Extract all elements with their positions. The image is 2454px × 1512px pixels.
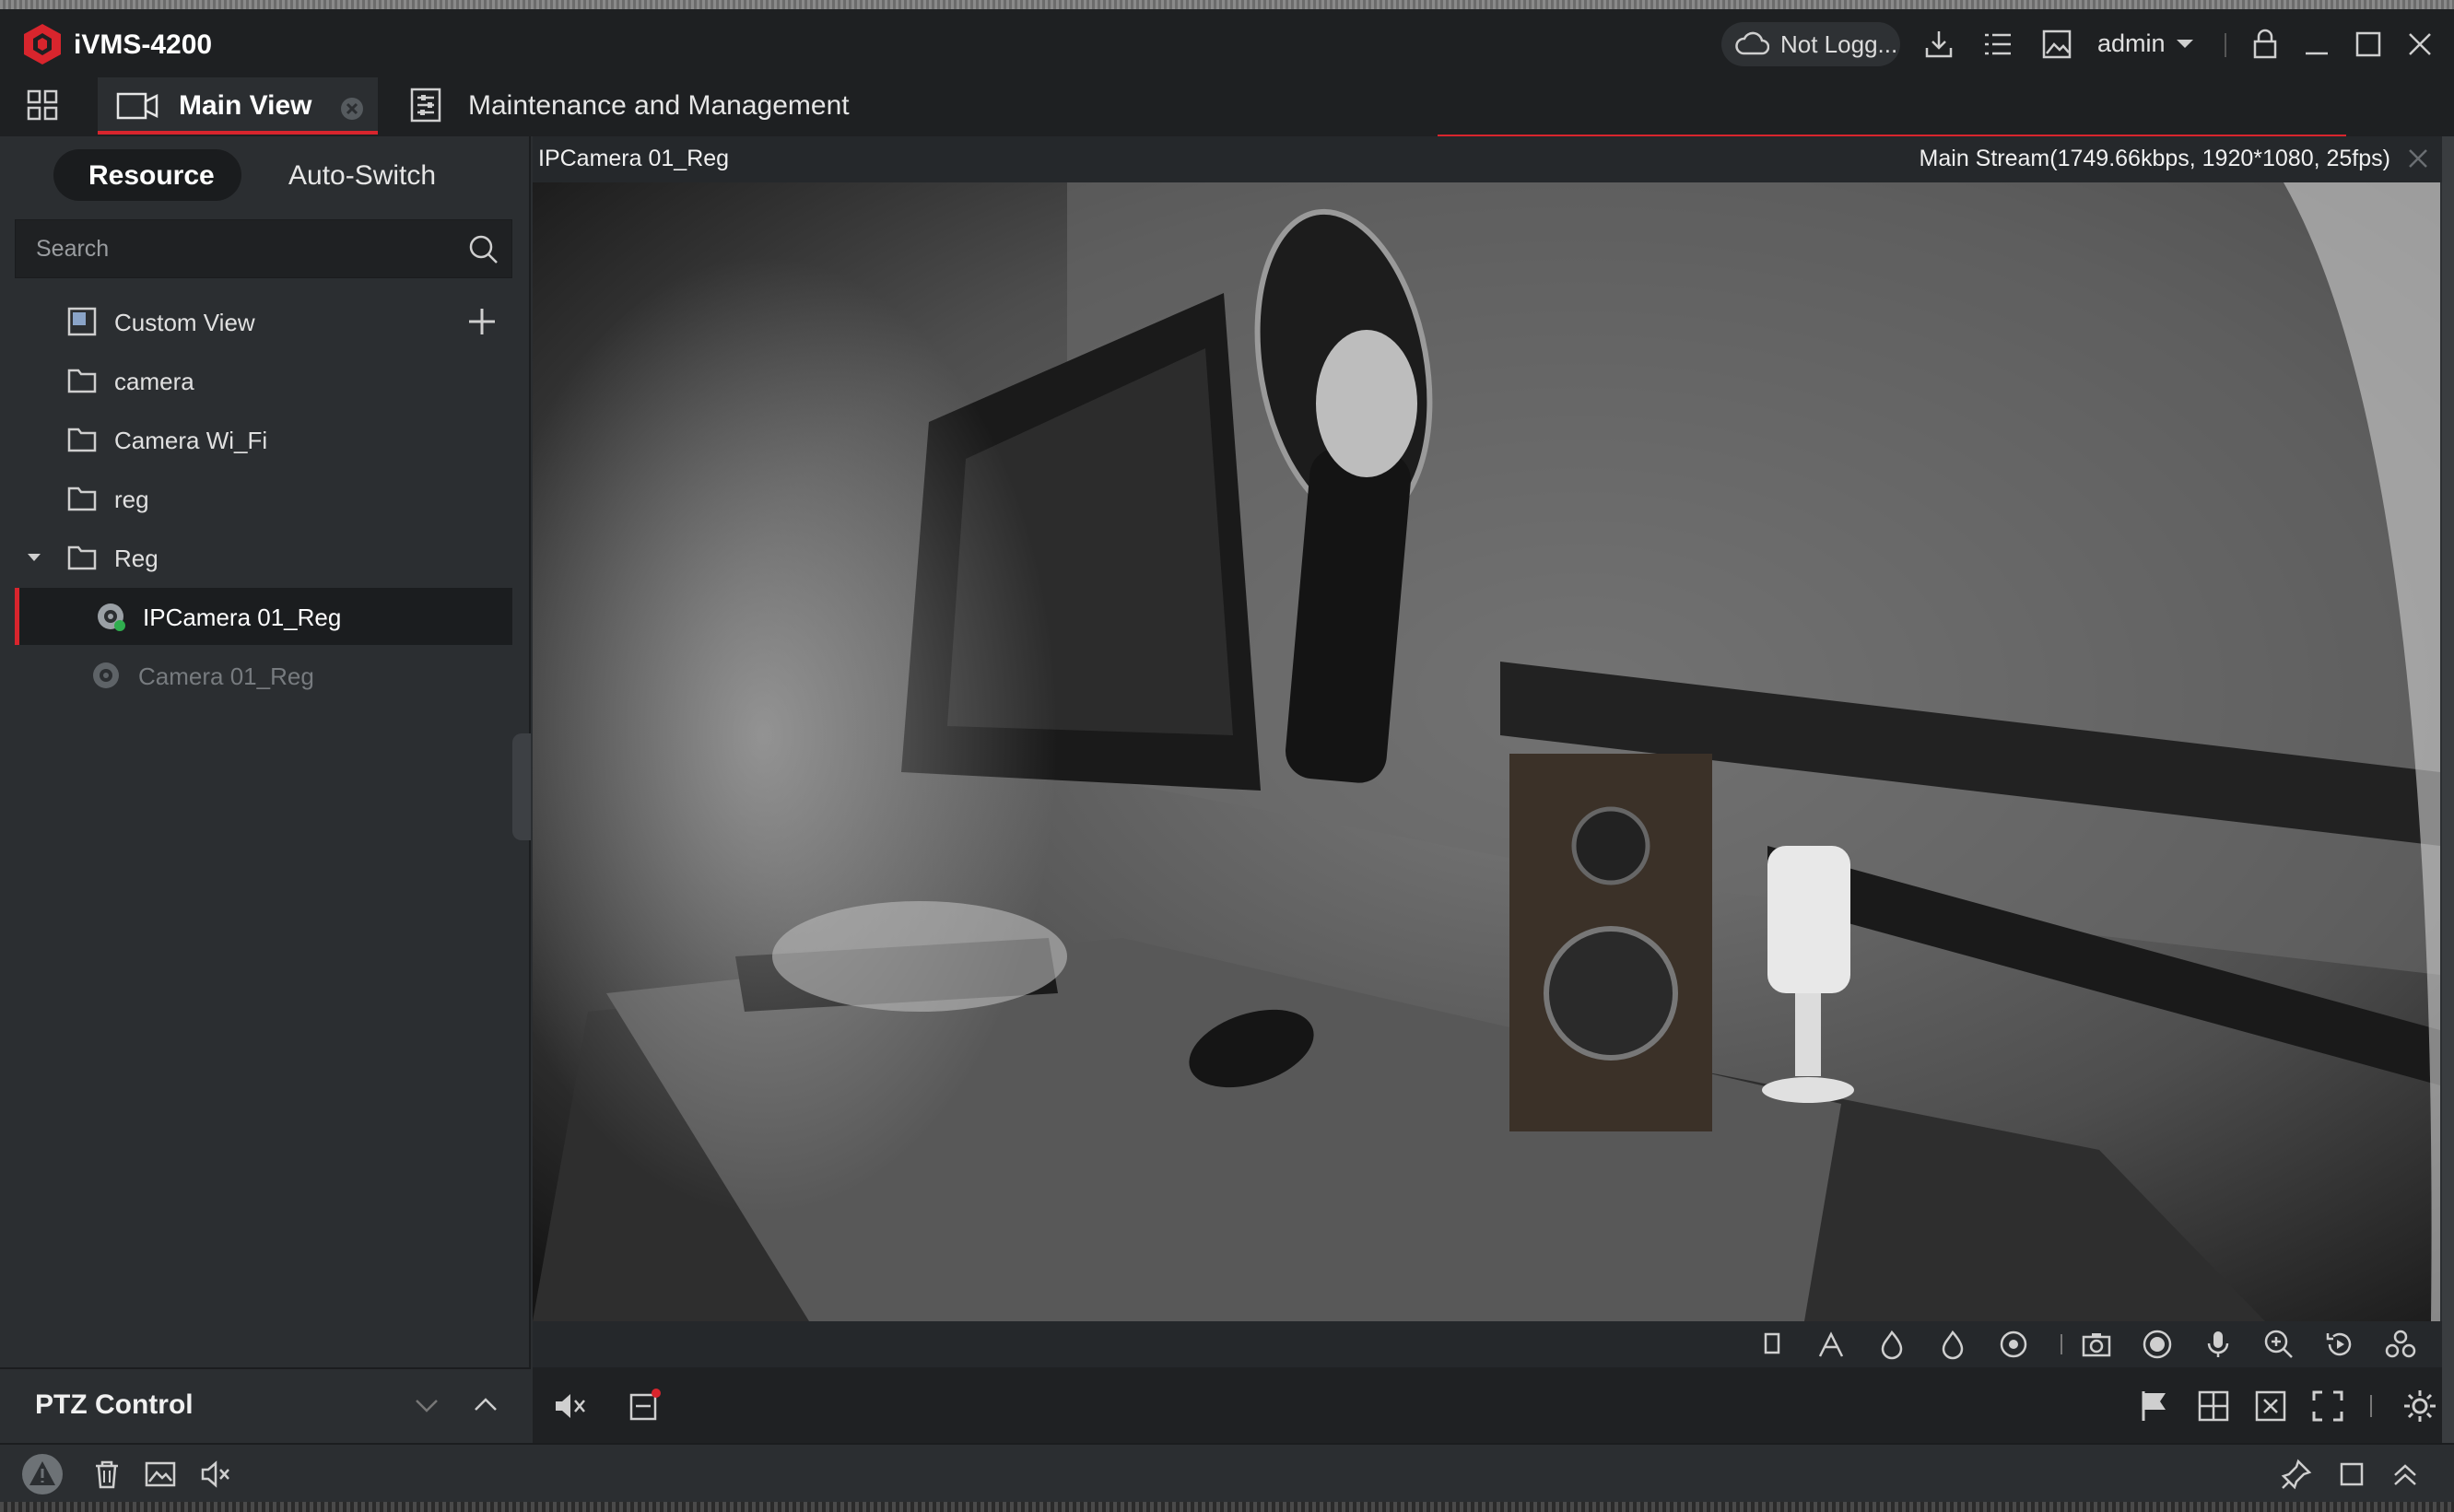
tree-item-label: Camera 01_Reg [138, 662, 314, 690]
cloud-icon [1735, 31, 1769, 55]
video-toolbar [533, 1321, 2442, 1367]
folder-icon [67, 486, 97, 511]
gear-icon[interactable] [2401, 1388, 2438, 1424]
zoom-in-icon[interactable] [2263, 1329, 2295, 1360]
search-placeholder: Search [36, 236, 110, 262]
app-logo-icon [24, 24, 61, 64]
chevron-up-icon[interactable] [472, 1393, 499, 1415]
maintenance-icon [410, 88, 441, 123]
window-right-edge [2442, 136, 2454, 1443]
target-icon[interactable] [1998, 1329, 2029, 1360]
video-camera-icon [116, 92, 159, 120]
sound-off-icon[interactable] [199, 1458, 232, 1491]
folder-icon [67, 428, 97, 452]
segment-resource-label: Resource [88, 160, 215, 191]
video-frame-image [533, 182, 2440, 1321]
flag-icon[interactable] [2136, 1388, 2173, 1424]
fisheye-expansion-icon[interactable] [2385, 1329, 2416, 1360]
title-divider [2225, 33, 2226, 57]
pin-icon[interactable] [2280, 1458, 2313, 1491]
segment-auto-switch[interactable]: Auto-Switch [288, 160, 436, 192]
trash-icon[interactable] [90, 1458, 123, 1491]
close-icon[interactable] [2403, 28, 2436, 61]
tree-item-label: Reg [114, 545, 159, 572]
video-camera-name: IPCamera 01_Reg [538, 146, 730, 171]
picture-icon[interactable] [2040, 28, 2073, 61]
tree-item-reg[interactable]: Reg [15, 529, 512, 586]
tree-item-label: Camera Wi_Fi [114, 427, 268, 454]
toolbar-divider [2061, 1334, 2062, 1354]
tree-item-custom-view[interactable]: Custom View [15, 293, 512, 350]
app-title: iVMS-4200 [74, 29, 213, 60]
tab-main-view-label: Main View [179, 90, 312, 121]
ptz-control-label: PTZ Control [35, 1389, 194, 1420]
flame-icon[interactable] [1937, 1329, 1968, 1360]
panel-collapse-handle[interactable] [512, 733, 531, 840]
tree-item-label: Custom View [114, 309, 255, 336]
fullscreen-icon[interactable] [2309, 1388, 2346, 1424]
tab-maintenance-label: Maintenance and Management [468, 90, 850, 121]
chevron-down-icon[interactable] [2175, 33, 2195, 53]
cloud-login-status[interactable]: Not Logg... [1721, 22, 1900, 66]
tree-item-reg-lower[interactable]: reg [15, 470, 512, 527]
double-chevron-up-icon[interactable] [2389, 1458, 2422, 1491]
camera-offline-icon [93, 662, 119, 688]
search-input[interactable]: Search [15, 219, 512, 278]
microphone-icon[interactable] [2202, 1329, 2234, 1360]
person-detection-icon[interactable] [1815, 1329, 1847, 1360]
tab-main-view[interactable]: Main View [98, 77, 378, 135]
folder-icon [67, 545, 97, 570]
alarm-icon[interactable] [20, 1452, 65, 1496]
minimize-icon[interactable] [2300, 28, 2333, 61]
task-list-icon[interactable] [1981, 28, 2014, 61]
snapshot-icon[interactable] [2081, 1329, 2112, 1360]
live-view-control-bar [533, 1367, 2442, 1443]
video-window-header: IPCamera 01_Reg Main Stream(1749.66kbps,… [533, 136, 2442, 182]
instant-playback-icon[interactable] [2324, 1329, 2355, 1360]
video-stream-info: Main Stream(1749.66kbps, 1920*1080, 25fp… [1919, 146, 2390, 171]
add-view-icon[interactable] [466, 306, 498, 337]
module-tab-row: Main View Maintenance and Management [0, 70, 2454, 136]
video-close-icon[interactable] [2405, 146, 2431, 171]
maximize-icon[interactable] [2352, 28, 2385, 61]
close-all-windows-icon[interactable] [2252, 1388, 2289, 1424]
resource-panel: Resource Auto-Switch Search Custom View [0, 136, 531, 1367]
mute-all-icon[interactable] [551, 1388, 588, 1424]
record-icon[interactable] [2142, 1329, 2173, 1360]
custom-view-icon [67, 307, 97, 336]
chevron-down-icon[interactable] [413, 1395, 440, 1417]
desktop-strip-top [0, 0, 2454, 9]
event-image-icon[interactable] [144, 1458, 177, 1491]
cloud-status-label: Not Logg... [1780, 29, 1898, 58]
tag-icon[interactable] [1756, 1329, 1788, 1360]
desktop-strip-bottom [0, 1502, 2454, 1512]
tree-item-camera-wifi[interactable]: Camera Wi_Fi [15, 411, 512, 468]
window-division-icon[interactable] [2195, 1388, 2232, 1424]
folder-icon [67, 369, 97, 393]
tree-item-label: IPCamera 01_Reg [143, 604, 342, 631]
user-menu[interactable]: admin [2097, 29, 2166, 58]
ptz-control-bar[interactable]: PTZ Control [0, 1367, 531, 1443]
status-bar [0, 1443, 2454, 1502]
tree-item-ipcamera-01-reg[interactable]: IPCamera 01_Reg [15, 588, 512, 645]
fire-icon[interactable] [1876, 1329, 1908, 1360]
tree-item-camera[interactable]: camera [15, 352, 512, 409]
live-video-feed[interactable] [533, 182, 2440, 1321]
tab-close-icon[interactable] [339, 96, 365, 122]
tree-item-label: reg [114, 486, 149, 513]
tree-item-label: camera [114, 368, 194, 395]
expand-caret-icon[interactable] [26, 549, 42, 566]
tree-item-camera-01-reg[interactable]: Camera 01_Reg [15, 647, 512, 704]
app-window: iVMS-4200 Not Logg... admin Main View Ma… [0, 0, 2454, 1512]
camera-online-icon [98, 604, 125, 631]
module-grid-icon[interactable] [26, 88, 59, 122]
lock-icon[interactable] [2249, 28, 2282, 61]
search-icon[interactable] [467, 233, 500, 266]
window-icon[interactable] [2335, 1458, 2368, 1491]
download-icon[interactable] [1922, 28, 1955, 61]
control-divider [2370, 1395, 2372, 1417]
stop-all-icon[interactable] [625, 1388, 662, 1424]
